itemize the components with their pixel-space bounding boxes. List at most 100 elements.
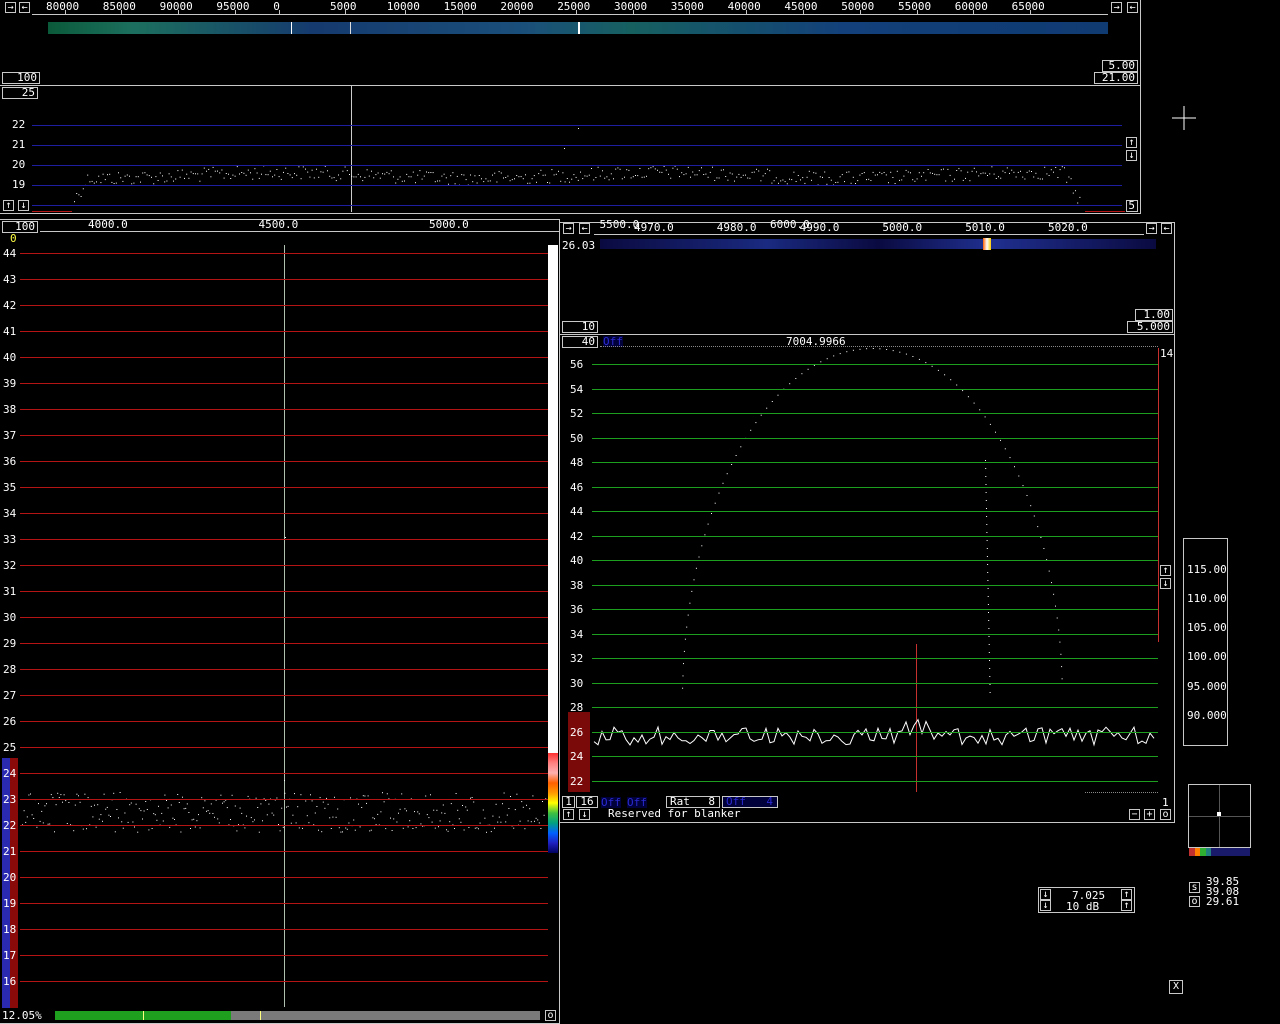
hires-minus-button[interactable]: − xyxy=(1129,809,1140,820)
baseband-dot xyxy=(127,821,129,823)
baseband-progress-mark-1 xyxy=(143,1011,144,1020)
baseband-dot xyxy=(154,814,156,816)
baseband-dot xyxy=(478,828,479,830)
hires-ctrl-up-button[interactable]: ↑ xyxy=(563,809,574,820)
baseband-dot xyxy=(258,831,260,833)
hires-arc-dot xyxy=(735,455,737,456)
freq-down-button[interactable]: ↓ xyxy=(1040,889,1051,900)
baseband-dot xyxy=(526,804,527,806)
baseband-grid-line xyxy=(20,877,548,878)
baseband-dot xyxy=(431,821,433,823)
hires-ctrl-16[interactable]: 16 xyxy=(576,796,598,808)
hires-arc-dot xyxy=(989,660,990,661)
baseband-dot xyxy=(266,814,268,816)
hires-plus-button[interactable]: + xyxy=(1144,809,1155,820)
baseband-dot xyxy=(114,831,116,833)
baseband-dot xyxy=(202,807,204,809)
baseband-dot xyxy=(198,814,199,816)
wide-freq-tick-label: 95000 xyxy=(216,0,250,13)
baseband-dot xyxy=(44,805,46,807)
baseband-y-label: 23 xyxy=(3,793,17,806)
baseband-y-label: 40 xyxy=(3,351,17,364)
baseband-dot xyxy=(262,820,263,822)
hires-arc-dot xyxy=(701,545,703,547)
signal-s-button[interactable]: s xyxy=(1189,882,1200,893)
baseband-dot xyxy=(297,806,299,808)
baseband-dot xyxy=(143,810,145,812)
hires-ctrl-down-button[interactable]: ↓ xyxy=(579,809,590,820)
baseband-dot xyxy=(217,818,219,820)
hires-freq-tick-label: 4990.0 xyxy=(799,221,840,234)
baseband-dot xyxy=(86,828,87,830)
hires-o-button[interactable]: o xyxy=(1160,809,1171,820)
baseband-dot xyxy=(65,800,67,802)
baseband-dot xyxy=(542,801,543,802)
hires-arc-dot xyxy=(760,414,762,416)
hires-arc-dot xyxy=(985,468,987,469)
hires-arc-dot xyxy=(740,446,742,448)
hires-arc-dot xyxy=(711,513,712,514)
baseband-dot xyxy=(23,810,25,812)
baseband-dot xyxy=(118,817,119,819)
baseband-dot xyxy=(311,800,313,802)
wide-freq-tick-mark xyxy=(746,10,748,14)
close-icon[interactable]: X xyxy=(1169,980,1183,994)
baseband-dot xyxy=(522,806,524,808)
baseband-y-label: 22 xyxy=(3,819,17,832)
hires-arc-dot xyxy=(682,687,684,689)
hires-ctrl-1[interactable]: 1 xyxy=(562,796,575,808)
hires-arc-dot xyxy=(1014,466,1015,468)
hires-arc-dot xyxy=(1009,457,1011,459)
hires-arc-dot xyxy=(718,492,720,494)
baseband-dot xyxy=(506,814,508,816)
baseband-o-button[interactable]: o xyxy=(545,1010,556,1021)
gain-up-button[interactable]: ↑ xyxy=(1121,900,1132,911)
baseband-dot xyxy=(271,812,273,814)
wide-freq-tick-mark xyxy=(234,10,236,14)
hires-grid-line xyxy=(592,731,1158,733)
baseband-dot xyxy=(450,803,452,805)
baseband-dot xyxy=(254,819,255,821)
baseband-dot xyxy=(90,805,92,807)
hires-arc-dot xyxy=(931,365,933,367)
baseband-dot xyxy=(468,827,470,828)
baseband-y-label: 19 xyxy=(3,897,17,910)
gain-down-button[interactable]: ↓ xyxy=(1040,900,1051,911)
baseband-dot xyxy=(257,807,259,808)
baseband-grid-line xyxy=(20,487,548,488)
baseband-grid-line xyxy=(20,851,548,852)
baseband-dot xyxy=(404,808,406,810)
baseband-dot xyxy=(407,826,409,828)
freq-up-button[interactable]: ↑ xyxy=(1121,889,1132,900)
baseband-y-label: 27 xyxy=(3,689,17,702)
hires-arc-dot xyxy=(986,548,988,549)
baseband-freq-tick-label: 4000.0 xyxy=(88,218,128,231)
baseband-dot xyxy=(466,809,468,811)
hires-arc-dot xyxy=(852,349,854,351)
baseband-dot xyxy=(417,811,419,813)
hires-grid-line xyxy=(592,413,1158,414)
hires-arc-dot xyxy=(1055,605,1056,607)
baseband-dot xyxy=(494,827,495,829)
baseband-grid-line xyxy=(20,669,548,670)
baseband-dot xyxy=(527,820,529,822)
hires-freq-tick-label: 4970.0 xyxy=(634,221,674,234)
hires-y-label: 26 xyxy=(570,725,584,739)
wide-freq-tick-label: 5000 xyxy=(330,0,357,13)
baseband-grid-line xyxy=(20,565,548,566)
wide-freq-tick-mark xyxy=(278,10,280,14)
baseband-dot xyxy=(105,808,107,810)
wide-freq-tick-label: 55000 xyxy=(898,0,932,13)
baseband-dot xyxy=(479,822,481,824)
baseband-dot xyxy=(295,822,297,824)
hires-grid-line xyxy=(592,462,1158,463)
hires-grid-line xyxy=(592,486,1158,488)
baseband-grid-line xyxy=(20,513,548,514)
wide-freq-tick-mark xyxy=(462,10,464,14)
baseband-dot xyxy=(529,808,531,810)
hires-arc-dot xyxy=(839,353,841,355)
signal-o-button[interactable]: o xyxy=(1189,896,1200,907)
baseband-dot xyxy=(230,819,231,820)
hires-arc-dot xyxy=(714,502,716,504)
baseband-grid-line xyxy=(20,305,548,306)
